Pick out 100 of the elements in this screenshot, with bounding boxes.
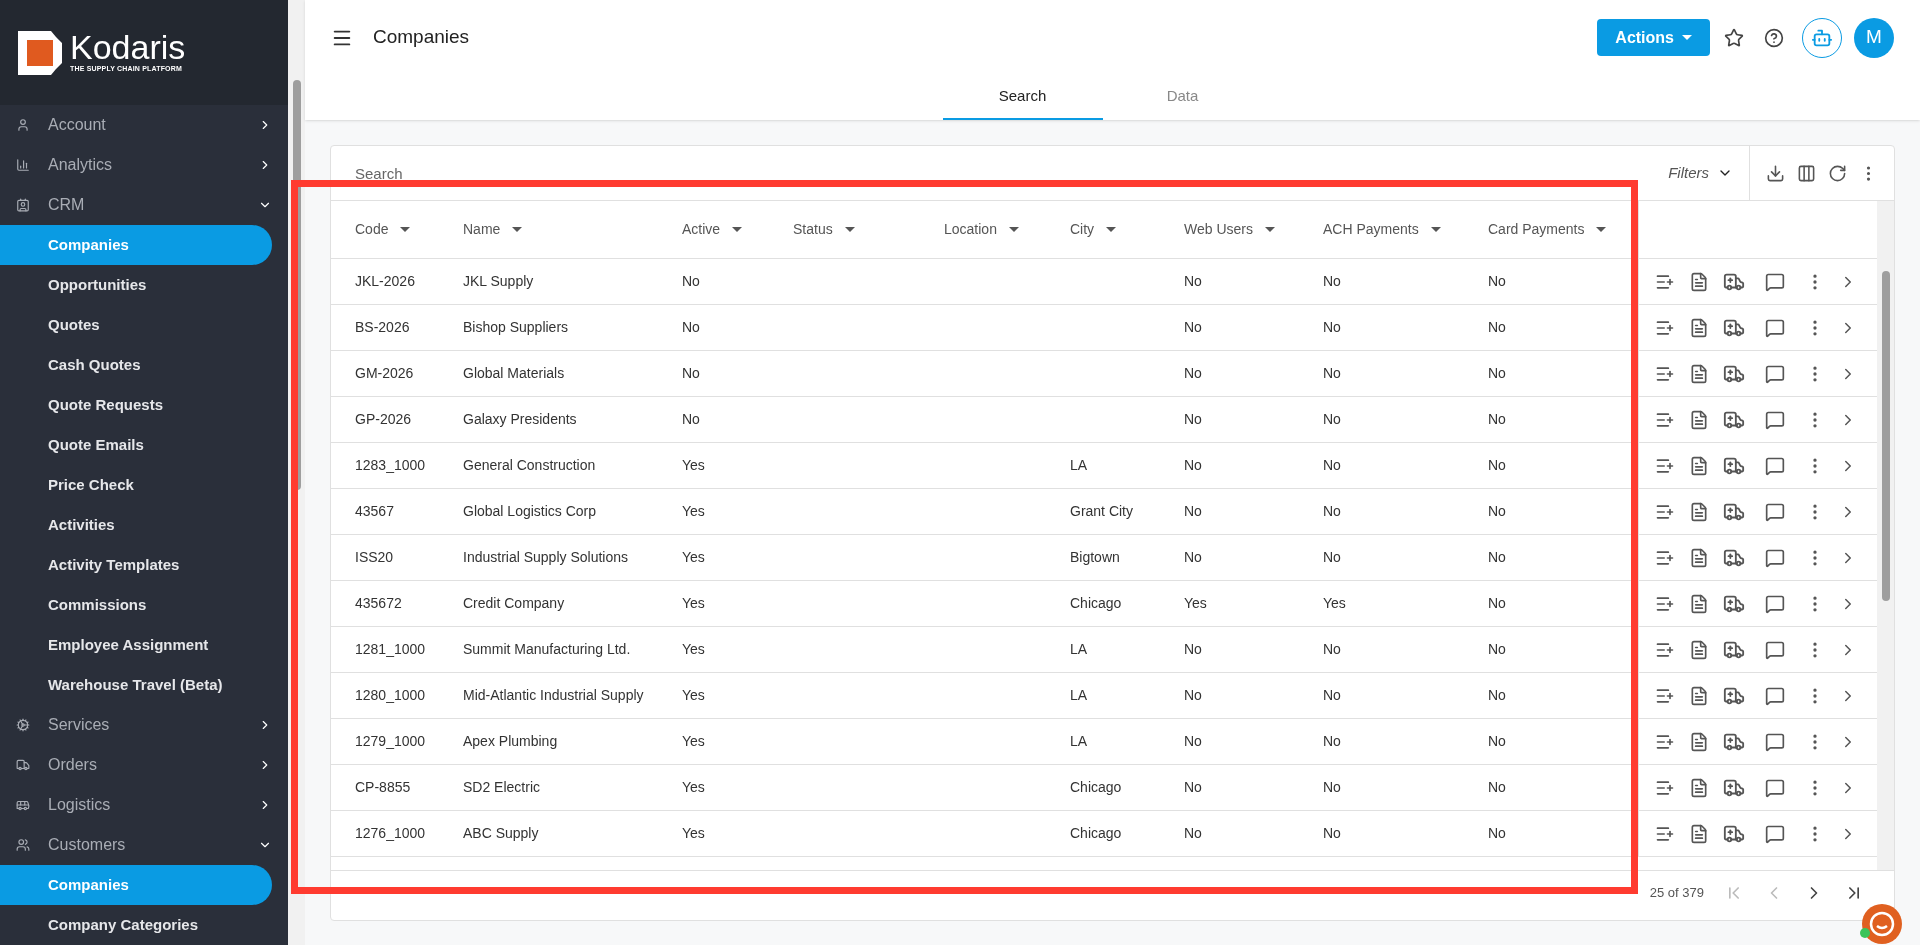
sidebar-group[interactable]: Account — [0, 105, 288, 145]
comment-icon[interactable] — [1765, 455, 1785, 476]
filters-button[interactable]: Filters — [1652, 146, 1749, 200]
table-cell: No — [1323, 779, 1341, 795]
table-cell: No — [1184, 779, 1202, 795]
table-cell: Yes — [682, 457, 705, 473]
star-icon[interactable] — [1724, 27, 1744, 48]
document-icon[interactable] — [1689, 547, 1709, 568]
sidebar-item[interactable]: Quote Requests — [0, 385, 272, 425]
comment-icon[interactable] — [1765, 547, 1785, 568]
table-cell: LA — [1070, 687, 1088, 703]
table-cell: Chicago — [1070, 595, 1122, 611]
sidebar-group[interactable]: Orders — [0, 745, 288, 785]
sort-caret-icon — [844, 227, 855, 232]
page-title: Companies — [373, 25, 471, 50]
table-cell: No — [1323, 319, 1341, 335]
document-icon[interactable] — [1689, 501, 1709, 522]
table-cell: No — [1184, 319, 1202, 335]
document-icon[interactable] — [1689, 409, 1709, 430]
sidebar-item[interactable]: Activity Templates — [0, 545, 272, 585]
document-icon[interactable] — [1689, 317, 1709, 338]
column-header[interactable]: Location — [944, 219, 1070, 240]
sidebar-item[interactable]: Employee Assignment — [0, 625, 272, 665]
table-cell: CP-8855 — [355, 779, 411, 795]
document-icon[interactable] — [1689, 363, 1709, 384]
table-cell: No — [1488, 641, 1506, 657]
table-cell: Chicago — [1070, 779, 1122, 795]
sidebar-group[interactable]: Analytics — [0, 145, 288, 185]
column-header[interactable]: Name — [463, 219, 682, 240]
table-cell: LA — [1070, 733, 1088, 749]
document-icon[interactable] — [1689, 685, 1709, 706]
tab[interactable]: Search — [942, 75, 1103, 120]
sidebar-group[interactable]: Customers — [0, 825, 288, 865]
table-cell: No — [1323, 733, 1341, 749]
sidebar-item[interactable]: Opportunities — [0, 265, 272, 305]
document-icon[interactable] — [1689, 271, 1709, 292]
table-cell: No — [1184, 825, 1202, 841]
table-cell: ABC Supply — [463, 825, 539, 841]
logo-icon — [18, 30, 62, 75]
table-cell: No — [1323, 825, 1341, 841]
table-cell: Credit Company — [463, 595, 565, 611]
sidebar-item[interactable]: Company Categories — [0, 905, 272, 945]
column-header[interactable]: City — [1070, 219, 1184, 240]
table-scrollbar[interactable] — [1877, 201, 1894, 870]
table-cell: 1283_1000 — [355, 457, 426, 473]
table-cell: No — [1184, 733, 1202, 749]
comment-icon[interactable] — [1765, 823, 1785, 844]
table-cell: Yes — [682, 503, 705, 519]
comment-icon[interactable] — [1765, 593, 1785, 614]
sort-caret-icon — [732, 227, 743, 232]
table-cell: Galaxy Presidents — [463, 411, 577, 427]
comment-icon[interactable] — [1765, 777, 1785, 798]
sidebar-group[interactable]: Logistics — [0, 785, 288, 825]
download-icon[interactable] — [1766, 163, 1785, 183]
document-icon[interactable] — [1689, 455, 1709, 476]
sidebar-item[interactable]: Quote Emails — [0, 425, 272, 465]
brand-name: Kodaris — [70, 30, 186, 65]
table-cell: Bishop Suppliers — [463, 319, 569, 335]
comment-icon[interactable] — [1765, 317, 1785, 338]
document-icon[interactable] — [1689, 593, 1709, 614]
document-icon[interactable] — [1689, 731, 1709, 752]
table-cell: No — [1184, 687, 1202, 703]
sidebar-item[interactable]: Cash Quotes — [0, 345, 272, 385]
table-cell: No — [1184, 641, 1202, 657]
column-header[interactable]: Web Users — [1184, 219, 1323, 240]
search-field[interactable]: Search — [331, 146, 1653, 200]
sidebar-item[interactable]: Quotes — [0, 305, 272, 345]
vehicle-icon — [16, 798, 30, 812]
chat-icon[interactable] — [1862, 904, 1902, 944]
column-header[interactable]: Card Payments — [1488, 219, 1638, 240]
comment-icon[interactable] — [1765, 501, 1785, 522]
comment-icon[interactable] — [1765, 639, 1785, 660]
comment-icon[interactable] — [1765, 363, 1785, 384]
sidebar-group[interactable]: CRM — [0, 185, 288, 225]
comment-icon[interactable] — [1765, 731, 1785, 752]
column-header[interactable]: Status — [793, 219, 944, 240]
tab[interactable]: Data — [1102, 75, 1263, 120]
sidebar-item[interactable]: Price Check — [0, 465, 272, 505]
table-cell: No — [682, 319, 700, 335]
comment-icon[interactable] — [1765, 409, 1785, 430]
table-cell: 1276_1000 — [355, 825, 426, 841]
table-cell: No — [1323, 365, 1341, 381]
document-icon[interactable] — [1689, 823, 1709, 844]
comment-icon[interactable] — [1765, 685, 1785, 706]
columns-icon[interactable] — [1797, 163, 1816, 183]
sidebar-item[interactable]: Warehouse Travel (Beta) — [0, 665, 272, 705]
table-cell: LA — [1070, 641, 1088, 657]
table-cell: No — [1184, 365, 1202, 381]
sidebar-group[interactable]: Services — [0, 705, 288, 745]
help-icon[interactable] — [1764, 27, 1784, 48]
column-header[interactable]: ACH Payments — [1323, 219, 1488, 240]
sort-caret-icon — [512, 227, 523, 232]
sidebar-item[interactable]: Commissions — [0, 585, 272, 625]
refresh-icon[interactable] — [1828, 163, 1847, 183]
column-header[interactable]: Code — [355, 219, 463, 240]
column-header[interactable]: Active — [682, 219, 793, 240]
sidebar-item[interactable]: Activities — [0, 505, 272, 545]
comment-icon[interactable] — [1765, 271, 1785, 292]
document-icon[interactable] — [1689, 777, 1709, 798]
document-icon[interactable] — [1689, 639, 1709, 660]
